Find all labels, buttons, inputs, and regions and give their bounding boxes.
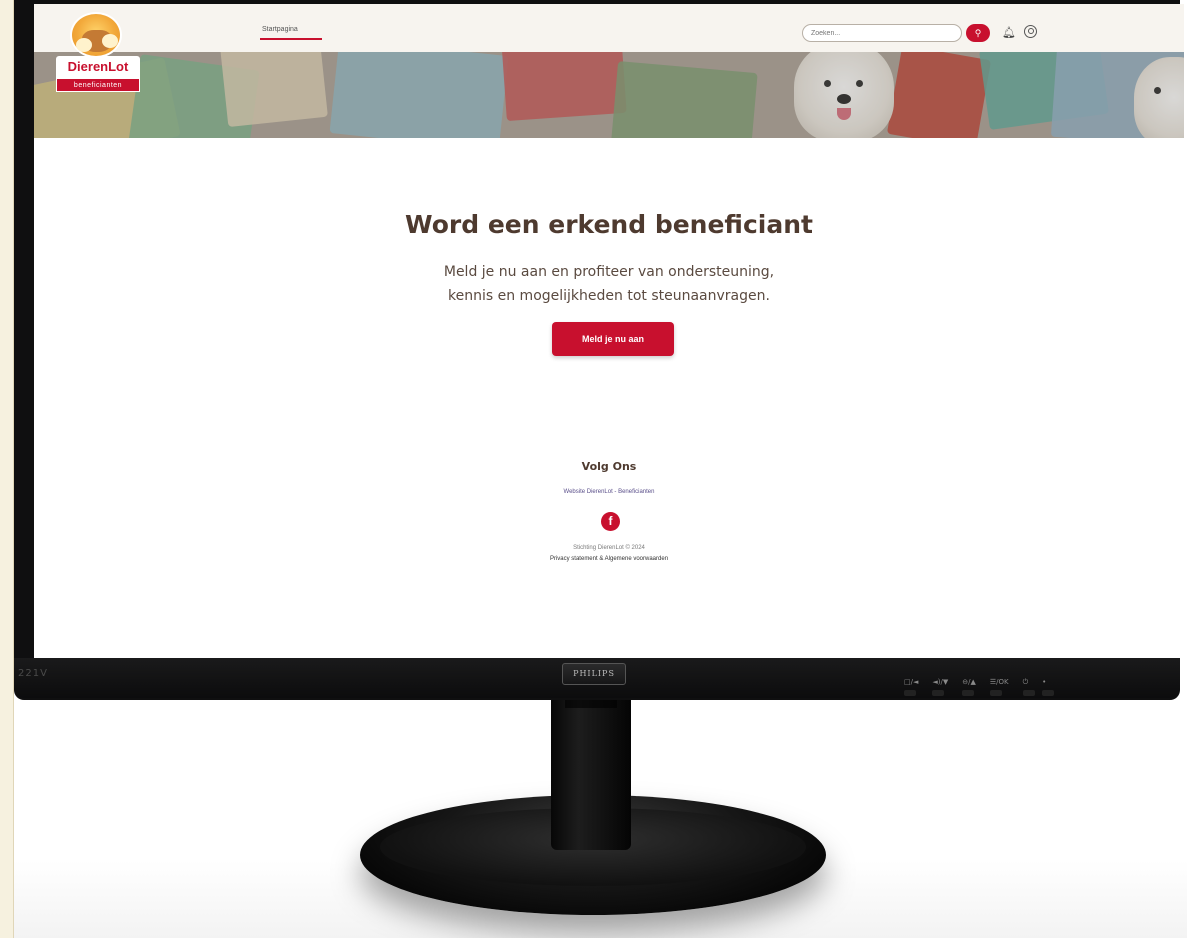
register-now-button[interactable]: Meld je nu aan	[552, 322, 674, 356]
monitor-control-buttons: □/◄ ◄)/▼ ⊖/▲ ☰/OK ⏻ •	[904, 678, 1055, 696]
photo-scene: Startpagina ⚲ 🔔︎	[0, 0, 1187, 938]
hero-banner-image	[34, 52, 1184, 138]
footer-privacy-link[interactable]: Privacy statement & Algemene voorwaarden	[34, 556, 1184, 562]
monitor-input-button[interactable]: □/◄	[904, 678, 918, 696]
monitor: Startpagina ⚲ 🔔︎	[14, 0, 1184, 700]
hero-title: Word een erkend beneficiant	[405, 210, 813, 239]
footer-website-link[interactable]: Website DierenLot - Beneficianten	[34, 489, 1184, 495]
site-header: Startpagina ⚲ 🔔︎	[34, 4, 1184, 52]
nav-home-link[interactable]: Startpagina	[262, 26, 298, 33]
monitor-bezel: 221V PHILIPS □/◄ ◄)/▼ ⊖/▲ ☰/OK ⏻ •	[14, 658, 1180, 698]
nav-active-underline	[260, 38, 322, 40]
logo-wordmark: DierenLot	[56, 56, 140, 78]
search-button[interactable]: ⚲	[966, 24, 990, 42]
monitor-model-label: 221V	[18, 668, 48, 679]
monitor-power-led: •	[1042, 678, 1055, 696]
monitor-power-button[interactable]: ⏻	[1022, 678, 1034, 696]
monitor-brightness-button[interactable]: ⊖/▲	[962, 678, 976, 696]
monitor-brand-badge: PHILIPS	[562, 663, 626, 685]
user-profile-icon[interactable]	[1024, 25, 1037, 38]
banner-overlay	[34, 52, 1184, 138]
hero-subtitle-line1: Meld je nu aan en profiteer van onderste…	[443, 264, 775, 280]
notifications-bell-icon[interactable]: 🔔︎	[1002, 26, 1016, 39]
monitor-volume-button[interactable]: ◄)/▼	[932, 678, 948, 696]
monitor-neck-shadow	[565, 700, 617, 708]
page-left-edge	[0, 0, 14, 938]
footer-follow-title: Volg Ons	[581, 460, 637, 473]
footer-copyright: Stichting DierenLot © 2024	[573, 545, 645, 551]
monitor-neck	[551, 700, 631, 850]
monitor-menu-button[interactable]: ☰/OK	[989, 678, 1009, 696]
facebook-icon[interactable]: f	[601, 512, 620, 531]
logo-tagline: beneficianten	[56, 78, 140, 92]
monitor-screen: Startpagina ⚲ 🔔︎	[34, 4, 1184, 658]
search-icon: ⚲	[974, 28, 982, 38]
logo-pets-icon	[70, 12, 122, 58]
hero-subtitle-line2: kennis en mogelijkheden tot steunaanvrag…	[448, 288, 770, 304]
search-input[interactable]	[802, 24, 962, 42]
dierenlot-logo[interactable]: DierenLot beneficianten	[56, 12, 140, 100]
